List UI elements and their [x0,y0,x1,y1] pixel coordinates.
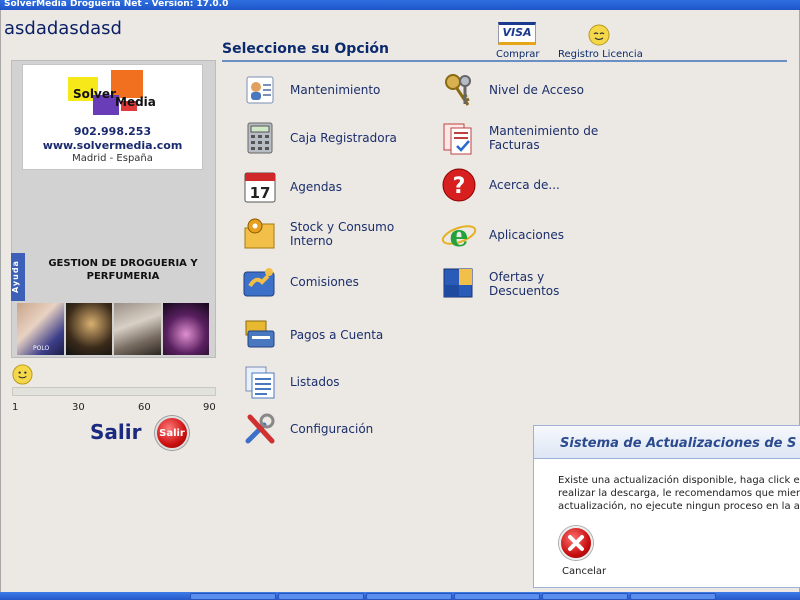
menu-item-acerca-de[interactable]: ? Acerca de... [441,167,609,203]
window-title: SolverMedia Droguería Net - Version: 17.… [4,0,229,9]
menu-label-listados: Listados [290,375,340,389]
update-dialog: Sistema de Actualizaciones de S Existe u… [533,425,800,588]
progress-tick-60: 60 [138,402,151,413]
invoices-icon [443,123,472,155]
menu-label-agendas: Agendas [290,180,343,194]
update-message-line: Existe una actualización disponible, hag… [558,475,800,486]
menu-label-nivel-acceso: Nivel de Acceso [489,83,584,97]
company-name: asdadasdasd [4,18,122,39]
update-dialog-message: Existe una actualización disponible, hag… [558,474,800,513]
offers-box-icon [443,268,473,298]
taskbar-button[interactable] [190,593,276,600]
menu-item-caja-registradora[interactable]: Caja Registradora [242,120,410,156]
menu-item-mantenimiento[interactable]: Mantenimiento [242,72,410,108]
salir-button[interactable]: Salir [155,416,189,450]
progress-tick-90: 90 [203,402,216,413]
menu-label-comisiones: Comisiones [290,275,359,289]
options-divider [222,60,787,62]
progress-tick-1: 1 [12,402,19,413]
photo-strip: POLO [17,303,209,355]
salir-text[interactable]: Salir [90,420,141,444]
phone-number: 902.998.253 [73,125,152,138]
progress-bar [12,387,216,396]
cancel-button[interactable] [559,526,593,560]
website-link[interactable]: www.solvermedia.com [22,139,203,152]
folder-gear-icon [244,218,275,249]
ayuda-tab[interactable]: Ayuda [11,253,25,301]
calendar-day: 17 [250,184,271,202]
taskbar-button[interactable] [630,593,716,600]
menu-item-aplicaciones[interactable]: e Aplicaciones [441,217,609,253]
photo-brand-label: POLO [33,345,50,352]
update-dialog-title: Sistema de Actualizaciones de S [560,436,797,451]
taskbar-button[interactable] [366,593,452,600]
photo-cup [114,303,161,355]
menu-label-pagos-cuenta: Pagos a Cuenta [290,328,384,342]
visa-card-icon[interactable]: VISA [498,22,536,45]
menu-label-configuracion: Configuración [290,422,374,436]
payment-icon [245,320,275,348]
menu-label-acerca-de: Acerca de... [489,178,560,192]
menu-label-caja-registradora: Caja Registradora [290,131,397,145]
calendar-icon: 17 [244,172,276,203]
photo-man: POLO [17,303,64,355]
comprar-link[interactable]: Comprar [496,49,540,60]
menu-item-agendas[interactable]: 17 Agendas [242,169,410,205]
menu-label-mantenimiento: Mantenimiento [290,83,381,97]
update-dialog-header: Sistema de Actualizaciones de S [534,426,800,459]
user-card-icon [246,76,274,104]
update-message-line: realizar la descarga, le recomendamos qu… [558,488,800,499]
options-title: Seleccione su Opción [222,41,390,57]
ie-globe-icon: e [441,219,477,253]
taskbar-button[interactable] [542,593,628,600]
menu-label-mantenimiento-facturas: Mantenimiento de Facturas [489,124,599,152]
taskbar-button[interactable] [278,593,364,600]
registro-licencia-link[interactable]: Registro Licencia [558,49,643,60]
photo-perfume [162,303,209,355]
window-title-bar: SolverMedia Droguería Net - Version: 17.… [0,0,800,10]
license-smiley-icon[interactable] [588,24,610,46]
tools-icon [245,413,275,444]
close-x-icon [568,535,584,551]
documents-list-icon [245,366,275,399]
menu-item-mantenimiento-facturas[interactable]: Mantenimiento de Facturas [441,120,609,156]
menu-item-comisiones[interactable]: Comisiones [242,264,410,300]
cancel-label: Cancelar [562,566,607,577]
progress-tick-30: 30 [72,402,85,413]
svg-text:?: ? [453,174,466,199]
menu-label-ofertas-descuentos: Ofertas y Descuentos [489,270,560,298]
question-icon: ? [442,168,476,202]
svg-text:e: e [449,219,468,253]
menu-item-pagos-cuenta[interactable]: Pagos a Cuenta [242,317,410,353]
keys-icon [445,74,471,106]
menu-item-configuracion[interactable]: Configuración [242,411,410,447]
taskbar-button[interactable] [454,593,540,600]
menu-item-listados[interactable]: Listados [242,364,410,400]
logo-text-media: Media [115,95,156,109]
logo-text-solver: Solver [73,87,116,101]
city-label: Madrid - España [72,153,153,164]
menu-item-ofertas-descuentos[interactable]: Ofertas y Descuentos [441,266,609,302]
menu-item-stock-consumo[interactable]: Stock y Consumo Interno [242,216,410,252]
update-message-line: actualización, no ejecute ningun proceso… [558,501,800,512]
smiley-icon [12,364,33,385]
calculator-icon [247,122,273,154]
product-title: GESTION DE DROGUERIA Y PERFUMERIA [48,258,198,282]
taskbar [0,592,800,600]
menu-label-aplicaciones: Aplicaciones [489,228,564,242]
menu-label-stock-consumo: Stock y Consumo Interno [290,220,395,248]
handshake-icon [243,268,275,297]
menu-item-nivel-acceso[interactable]: Nivel de Acceso [441,72,609,108]
photo-woman [65,303,112,355]
